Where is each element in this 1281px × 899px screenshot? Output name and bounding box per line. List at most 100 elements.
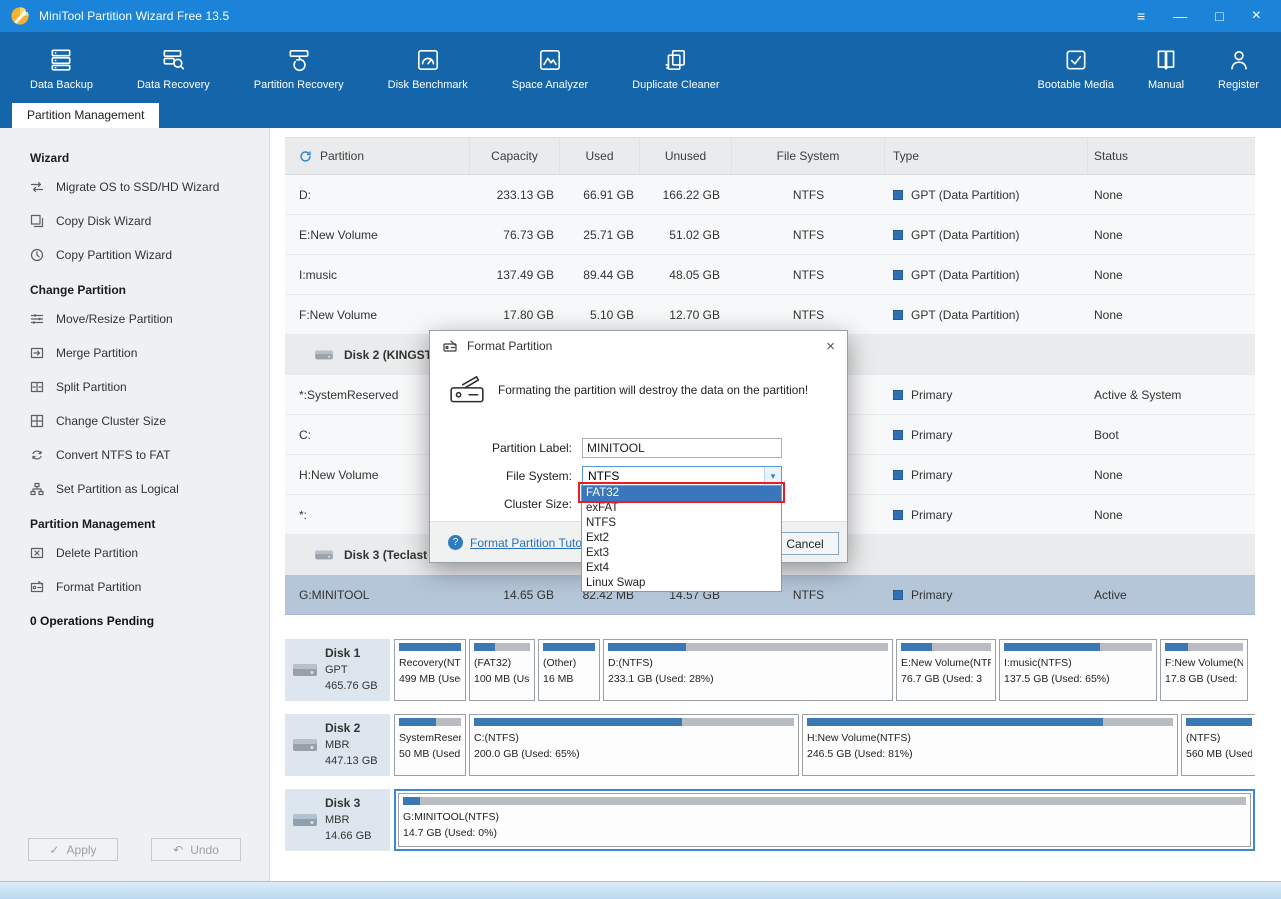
partition-block-e[interactable]: E:New Volume(NTFS) 76.7 GB (Used: 3 bbox=[896, 639, 996, 701]
sidebar-item-copy-partition[interactable]: Copy Partition Wizard bbox=[0, 238, 269, 272]
usage-bar bbox=[1186, 718, 1252, 726]
toolbar-label: Data Recovery bbox=[136, 78, 210, 91]
block-name: I:music(NTFS) bbox=[1004, 657, 1072, 669]
toolbar-manual[interactable]: Manual bbox=[1148, 32, 1184, 103]
format-partition-tutorial-link[interactable]: Format Partition Tutorial bbox=[470, 536, 598, 550]
partition-block-other[interactable]: (Other) 16 MB bbox=[538, 639, 600, 701]
sidebar-heading-change-partition: Change Partition bbox=[30, 283, 127, 297]
sidebar-item-format-partition[interactable]: Format Partition bbox=[0, 570, 269, 604]
window-title: MiniTool Partition Wizard Free 13.5 bbox=[39, 9, 230, 23]
cell-file-system: NTFS bbox=[792, 307, 825, 322]
refresh-icon[interactable] bbox=[299, 150, 312, 163]
convert-icon bbox=[32, 450, 42, 460]
cell-file-system: NTFS bbox=[792, 227, 825, 242]
toolbar-duplicate-cleaner[interactable]: Duplicate Cleaner bbox=[632, 32, 720, 103]
partition-block-d[interactable]: D:(NTFS) 233.1 GB (Used: 28%) bbox=[603, 639, 893, 701]
disk3-label[interactable]: Disk 3 MBR 14.66 GB bbox=[285, 789, 390, 851]
partition-block-g-minitool[interactable]: G:MINITOOL(NTFS) 14.7 GB (Used: 0%) bbox=[398, 793, 1251, 847]
cell-capacity: 17.80 GB bbox=[503, 307, 554, 322]
table-row-d[interactable]: D: 233.13 GB 66.91 GB 166.22 GB NTFS GPT… bbox=[285, 175, 1255, 215]
sidebar-item-merge[interactable]: Merge Partition bbox=[0, 336, 269, 370]
dropdown-option-ext2[interactable]: Ext2 bbox=[582, 531, 781, 546]
block-name: D:(NTFS) bbox=[608, 657, 653, 669]
delete-partition-icon bbox=[30, 547, 44, 559]
table-row-f[interactable]: F:New Volume 17.80 GB 5.10 GB 12.70 GB N… bbox=[285, 295, 1255, 335]
partition-block-c[interactable]: C:(NTFS) 200.0 GB (Used: 65%) bbox=[469, 714, 799, 776]
dropdown-option-fat32[interactable]: FAT32 bbox=[582, 486, 781, 501]
apply-button[interactable]: ✓ Apply bbox=[28, 838, 118, 861]
partition-block-h[interactable]: H:New Volume(NTFS) 246.5 GB (Used: 81%) bbox=[802, 714, 1178, 776]
toolbar-register[interactable]: Register bbox=[1218, 32, 1259, 103]
cell-file-system: NTFS bbox=[792, 187, 825, 202]
toolbar-bootable-media[interactable]: Bootable Media bbox=[1038, 32, 1114, 103]
type-label: Primary bbox=[911, 467, 953, 482]
titlebar: MiniTool Partition Wizard Free 13.5 ≡ — … bbox=[0, 0, 1281, 32]
usage-bar bbox=[474, 718, 794, 726]
sidebar-item-label: Move/Resize Partition bbox=[56, 312, 173, 326]
cell-partition: E:New Volume bbox=[299, 227, 378, 242]
partition-type-icon bbox=[893, 589, 903, 600]
toolbar-data-backup[interactable]: Data Backup bbox=[30, 32, 93, 103]
disk2-label[interactable]: Disk 2 MBR 447.13 GB bbox=[285, 714, 390, 776]
partition-block-ntfs-recovery[interactable]: (NTFS) 560 MB (Used: bbox=[1181, 714, 1255, 776]
dropdown-option-ext3[interactable]: Ext3 bbox=[582, 546, 781, 561]
partition-block-systemreserved[interactable]: SystemReserved 50 MB (Used: bbox=[394, 714, 466, 776]
dialog-close-icon[interactable]: × bbox=[826, 338, 835, 355]
column-partition: Partition bbox=[285, 138, 470, 174]
tab-partition-management[interactable]: Partition Management bbox=[12, 103, 160, 128]
menu-icon[interactable]: ≡ bbox=[1137, 9, 1145, 23]
undo-button[interactable]: ↶ Undo bbox=[151, 838, 241, 861]
sidebar-item-delete-partition[interactable]: Delete Partition bbox=[0, 536, 269, 570]
minimize-icon[interactable]: — bbox=[1173, 9, 1187, 23]
disk1-blocks: Recovery(NTFS) 499 MB (Used: (FAT32) 100… bbox=[394, 639, 1255, 701]
block-name: F:New Volume(NTFS) bbox=[1165, 657, 1243, 669]
diskmap-row-disk1: Disk 1 GPT 465.76 GB Recovery(NTFS) 499 … bbox=[285, 639, 1255, 701]
cell-capacity: 14.65 GB bbox=[503, 587, 554, 602]
partition-block-fat32[interactable]: (FAT32) 100 MB (Used: bbox=[469, 639, 535, 701]
partition-block-i[interactable]: I:music(NTFS) 137.5 GB (Used: 65%) bbox=[999, 639, 1157, 701]
sidebar-item-move-resize[interactable]: Move/Resize Partition bbox=[0, 302, 269, 336]
sidebar-item-change-cluster-size[interactable]: Change Cluster Size bbox=[0, 404, 269, 438]
toolbar-space-analyzer[interactable]: Space Analyzer bbox=[512, 32, 588, 103]
sidebar-item-migrate-os[interactable]: Migrate OS to SSD/HD Wizard bbox=[0, 170, 269, 204]
table-row-i[interactable]: I:music 137.49 GB 89.44 GB 48.05 GB NTFS… bbox=[285, 255, 1255, 295]
chevron-down-icon[interactable]: ▾ bbox=[764, 467, 781, 485]
file-system-label: File System: bbox=[505, 469, 572, 483]
maximize-icon[interactable]: □ bbox=[1215, 9, 1223, 23]
usage-bar bbox=[608, 643, 888, 651]
partition-block-f[interactable]: F:New Volume(NTFS) 17.8 GB (Used: bbox=[1160, 639, 1248, 701]
block-name: C:(NTFS) bbox=[474, 732, 519, 744]
sidebar-item-set-logical[interactable]: Set Partition as Logical bbox=[0, 472, 269, 506]
toolbar-label: Duplicate Cleaner bbox=[632, 78, 720, 91]
sidebar-item-label: Delete Partition bbox=[56, 546, 139, 560]
dropdown-option-linux-swap[interactable]: Linux Swap bbox=[582, 576, 781, 591]
type-label: Primary bbox=[911, 427, 953, 442]
block-name: (Other) bbox=[543, 657, 577, 669]
disk1-label[interactable]: Disk 1 GPT 465.76 GB bbox=[285, 639, 390, 701]
dropdown-option-ext4[interactable]: Ext4 bbox=[582, 561, 781, 576]
toolbar-partition-recovery[interactable]: Partition Recovery bbox=[254, 32, 344, 103]
toolbar-data-recovery[interactable]: Data Recovery bbox=[137, 32, 210, 103]
app-window: MiniTool Partition Wizard Free 13.5 ≡ — … bbox=[0, 0, 1281, 899]
dropdown-option-ntfs[interactable]: NTFS bbox=[582, 516, 781, 531]
partition-label-input[interactable] bbox=[582, 438, 782, 458]
cell-type: GPT (Data Partition) bbox=[885, 228, 1088, 242]
block-size: 76.7 GB (Used: 3 bbox=[901, 673, 983, 686]
sidebar-item-split[interactable]: Split Partition bbox=[0, 370, 269, 404]
disk-icon bbox=[315, 550, 333, 559]
disk-map: Disk 1 GPT 465.76 GB Recovery(NTFS) 499 … bbox=[285, 639, 1255, 851]
table-row-e[interactable]: E:New Volume 76.73 GB 25.71 GB 51.02 GB … bbox=[285, 215, 1255, 255]
partition-block-recovery[interactable]: Recovery(NTFS) 499 MB (Used: bbox=[394, 639, 466, 701]
operations-pending-label: 0 Operations Pending bbox=[30, 614, 155, 628]
block-name: (NTFS) bbox=[1186, 732, 1221, 744]
disk-style: GPT bbox=[325, 663, 348, 676]
sidebar-item-copy-disk[interactable]: Copy Disk Wizard bbox=[0, 204, 269, 238]
close-icon[interactable]: × bbox=[1252, 8, 1261, 24]
toolbar-disk-benchmark[interactable]: Disk Benchmark bbox=[388, 32, 468, 103]
register-icon bbox=[1230, 50, 1247, 69]
type-label: GPT (Data Partition) bbox=[911, 267, 1020, 282]
column-label: Status bbox=[1094, 149, 1129, 163]
sidebar-item-convert-ntfs-fat[interactable]: Convert NTFS to FAT bbox=[0, 438, 269, 472]
dropdown-option-exfat[interactable]: exFAT bbox=[582, 501, 781, 516]
file-system-select[interactable]: NTFS ▾ bbox=[582, 466, 782, 486]
